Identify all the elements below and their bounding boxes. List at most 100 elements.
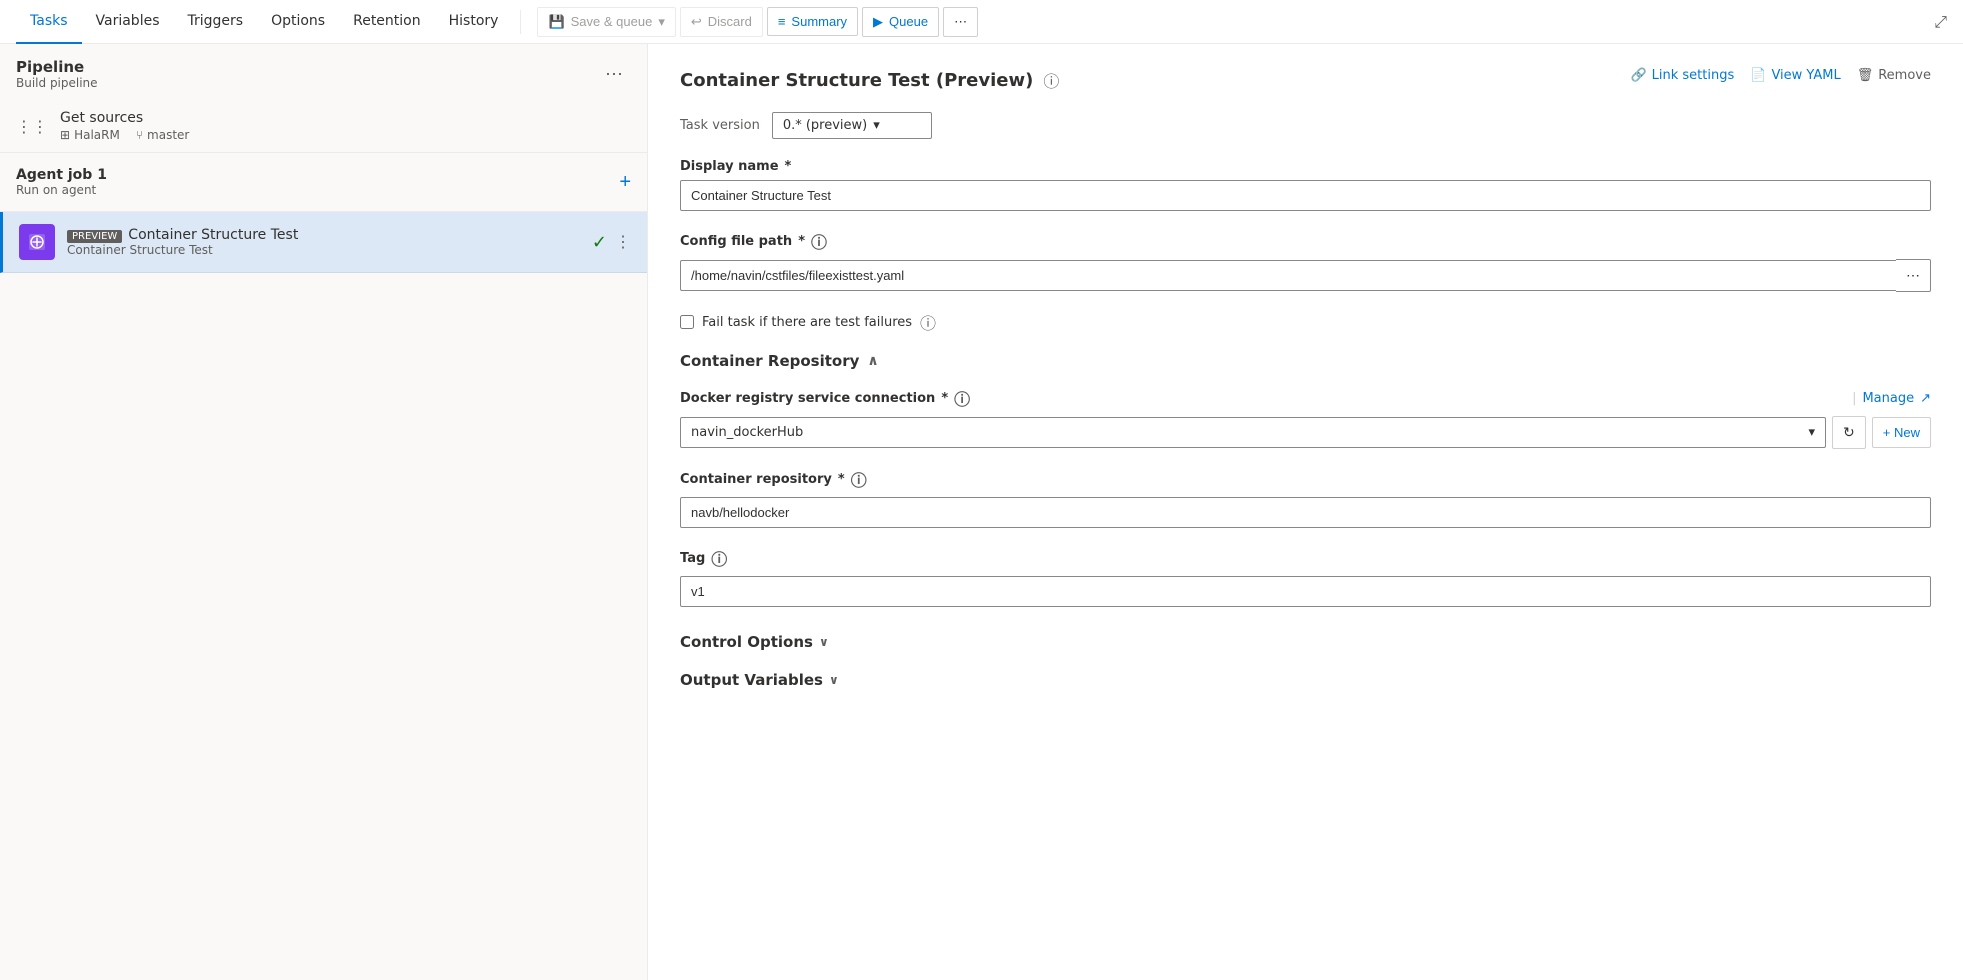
pipeline-more-button[interactable]: ⋯	[597, 60, 631, 89]
repo-icon: ⊞	[60, 128, 70, 142]
registry-chevron-icon: ▾	[1809, 425, 1816, 440]
agent-job-title: Agent job 1	[16, 167, 107, 183]
fail-task-info-icon[interactable]: ⓘ	[920, 310, 936, 334]
docker-registry-info-icon[interactable]: ⓘ	[954, 386, 970, 410]
output-variables-section: Output Variables ∨	[680, 663, 1931, 697]
detail-actions: 🔗 Link settings 📄 View YAML 🗑 Remove	[1630, 68, 1931, 83]
detail-title: Container Structure Test (Preview)	[680, 70, 1033, 91]
more-options-button[interactable]: ⋯	[943, 7, 978, 37]
tag-input[interactable]	[680, 576, 1931, 607]
control-options-header[interactable]: Control Options ∨	[680, 625, 1931, 659]
task-icon	[27, 232, 47, 252]
tag-group: Tag ⓘ	[680, 546, 1931, 607]
task-version-label: Task version	[680, 118, 760, 133]
tab-retention[interactable]: Retention	[339, 0, 435, 44]
tag-info-icon[interactable]: ⓘ	[711, 546, 727, 570]
container-repository-section: Container Repository ∧ Docker registry s…	[680, 352, 1931, 607]
fail-task-label: Fail task if there are test failures	[702, 315, 912, 330]
config-file-input[interactable]	[680, 260, 1896, 291]
repo-info: ⊞ HalaRM	[60, 128, 120, 142]
tag-label: Tag ⓘ	[680, 546, 1931, 570]
queue-button[interactable]: ▶ Queue	[862, 7, 939, 37]
control-options-chevron: ∨	[819, 635, 829, 649]
manage-external-icon: ↗	[1920, 391, 1931, 406]
docker-registry-required: *	[941, 391, 948, 406]
tab-history[interactable]: History	[435, 0, 513, 44]
config-info-icon[interactable]: ⓘ	[811, 229, 827, 253]
config-file-required: *	[798, 234, 805, 249]
top-nav: Tasks Variables Triggers Options Retenti…	[0, 0, 1963, 44]
registry-new-button[interactable]: + New	[1872, 417, 1931, 448]
config-file-label: Config file path * ⓘ	[680, 229, 1931, 253]
get-sources-info: Get sources ⊞ HalaRM ⑂ master	[60, 110, 189, 142]
summary-button[interactable]: ≡ Summary	[767, 7, 858, 36]
discard-icon: ↩	[691, 14, 702, 30]
container-repo-input[interactable]	[680, 497, 1931, 528]
branch-info: ⑂ master	[136, 128, 190, 142]
view-yaml-button[interactable]: 📄 View YAML	[1750, 68, 1840, 83]
queue-icon: ▶	[873, 14, 883, 30]
save-queue-button[interactable]: 💾 Save & queue ▾	[537, 7, 675, 37]
title-info-icon[interactable]: ⓘ	[1043, 68, 1059, 92]
display-name-label: Display name *	[680, 159, 1931, 174]
output-variables-header[interactable]: Output Variables ∨	[680, 663, 1931, 697]
pipeline-subtitle: Build pipeline	[16, 76, 98, 90]
registry-dropdown[interactable]: navin_dockerHub ▾	[680, 417, 1826, 448]
save-chevron-icon: ▾	[658, 14, 665, 30]
task-menu-button[interactable]: ⋮	[615, 232, 631, 252]
expand-icon[interactable]: ⤢	[1934, 12, 1947, 32]
save-icon: 💾	[548, 14, 564, 30]
pipeline-title: Pipeline	[16, 58, 98, 76]
container-repository-header[interactable]: Container Repository ∧	[680, 352, 1931, 370]
container-repo-group: Container repository * ⓘ	[680, 467, 1931, 528]
pipeline-info: Pipeline Build pipeline	[16, 58, 98, 90]
output-variables-chevron: ∨	[829, 673, 839, 687]
summary-icon: ≡	[778, 14, 786, 29]
remove-icon: 🗑	[1857, 68, 1874, 83]
nav-actions: 💾 Save & queue ▾ ↩ Discard ≡ Summary ▶ Q…	[537, 7, 978, 37]
docker-registry-label-row: Docker registry service connection * ⓘ |…	[680, 386, 1931, 410]
more-icon: ⋯	[954, 14, 967, 30]
tab-triggers[interactable]: Triggers	[174, 0, 258, 44]
version-chevron-icon: ▾	[873, 118, 880, 133]
link-settings-button[interactable]: 🔗 Link settings	[1630, 68, 1734, 83]
docker-registry-label: Docker registry service connection * ⓘ	[680, 386, 970, 410]
detail-header: Container Structure Test (Preview) ⓘ 🔗 L…	[680, 68, 1931, 92]
agent-job-left: Agent job 1 Run on agent	[16, 167, 107, 197]
task-actions: ✓ ⋮	[592, 232, 631, 253]
task-info: PREVIEWContainer Structure Test Containe…	[67, 227, 580, 257]
agent-job-row: Agent job 1 Run on agent +	[0, 153, 647, 212]
remove-button[interactable]: 🗑 Remove	[1857, 68, 1931, 83]
left-panel: Pipeline Build pipeline ⋯ ⋮⋮ Get sources…	[0, 44, 648, 980]
task-icon-wrapper	[19, 224, 55, 260]
fail-task-checkbox[interactable]	[680, 315, 694, 329]
container-repo-info-icon[interactable]: ⓘ	[851, 467, 867, 491]
yaml-icon: 📄	[1750, 68, 1766, 83]
fail-task-row: Fail task if there are test failures ⓘ	[680, 310, 1931, 334]
detail-title-row: Container Structure Test (Preview) ⓘ	[680, 68, 1059, 92]
registry-refresh-button[interactable]: ↻	[1832, 416, 1866, 449]
version-select[interactable]: 0.* (preview) ▾	[772, 112, 932, 139]
tab-tasks[interactable]: Tasks	[16, 0, 82, 44]
nav-divider	[520, 10, 521, 34]
task-badge: PREVIEW	[67, 230, 122, 243]
config-file-extra-button[interactable]: ⋯	[1896, 259, 1931, 292]
reorder-icon: ⋮⋮	[16, 117, 48, 136]
get-sources-row: ⋮⋮ Get sources ⊞ HalaRM ⑂ master	[0, 100, 647, 153]
task-item[interactable]: PREVIEWContainer Structure Test Containe…	[0, 212, 647, 273]
display-name-input[interactable]	[680, 180, 1931, 211]
task-subtitle: Container Structure Test	[67, 243, 580, 257]
manage-link[interactable]: | Manage ↗	[1852, 391, 1931, 406]
discard-button[interactable]: ↩ Discard	[680, 7, 763, 37]
tab-options[interactable]: Options	[257, 0, 339, 44]
container-repo-label: Container repository * ⓘ	[680, 467, 1931, 491]
link-icon: 🔗	[1630, 68, 1646, 83]
add-task-button[interactable]: +	[619, 171, 631, 194]
agent-job-info: Agent job 1 Run on agent	[16, 167, 107, 197]
task-check-icon: ✓	[592, 232, 607, 253]
docker-registry-group: Docker registry service connection * ⓘ |…	[680, 386, 1931, 449]
config-file-path-group: Config file path * ⓘ ⋯	[680, 229, 1931, 292]
tab-variables[interactable]: Variables	[82, 0, 174, 44]
display-name-required: *	[785, 159, 792, 174]
container-repository-chevron: ∧	[867, 353, 878, 369]
